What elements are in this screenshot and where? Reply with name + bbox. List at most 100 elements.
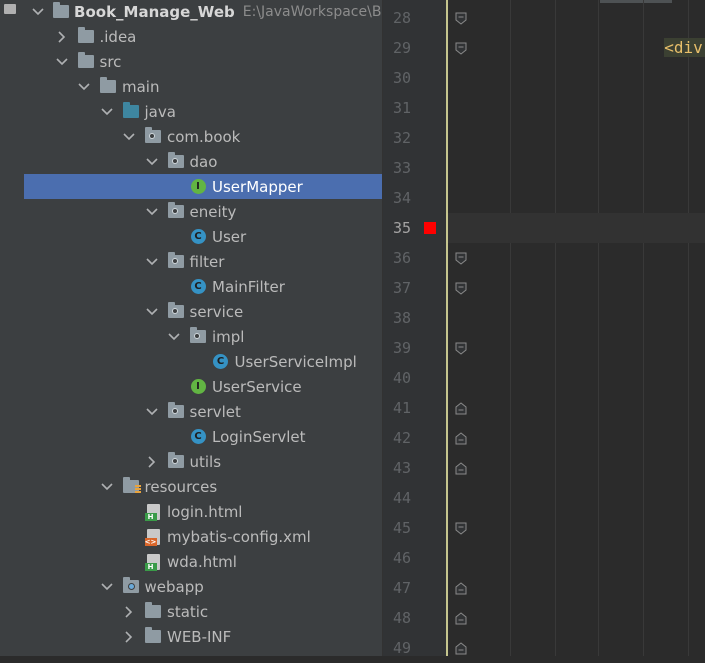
tree-item-utils[interactable]: utils <box>24 449 382 474</box>
fold-marker-icon[interactable] <box>455 612 467 625</box>
code-editor[interactable] <box>446 0 705 656</box>
resources-folder-icon <box>122 477 141 495</box>
line-number-40: 40 <box>392 369 411 387</box>
line-number-43: 43 <box>392 459 411 477</box>
code-line-28[interactable]: <div c <box>645 3 705 57</box>
tree-item-label: User <box>212 227 247 246</box>
tree-item-label: static <box>167 602 209 621</box>
tree-item-usermapper[interactable]: I UserMapper <box>24 174 382 199</box>
tree-item-label: UserServiceImpl <box>234 352 357 371</box>
project-tree[interactable]: Book_Manage_Web E:\JavaWorkspace\Bo .idea s… <box>24 0 382 656</box>
source-folder-icon <box>122 102 140 120</box>
chevron-down-icon[interactable] <box>77 80 91 94</box>
chevron-down-icon[interactable] <box>145 305 159 319</box>
tree-item-resources[interactable]: resources <box>24 474 382 499</box>
tree-item-label: main <box>122 77 160 96</box>
chevron-right-icon[interactable] <box>145 455 159 469</box>
chevron-right-icon[interactable] <box>55 30 69 44</box>
tree-item-label: wda.html <box>167 552 237 571</box>
tree-item-impl[interactable]: impl <box>24 324 382 349</box>
tree-item-label: java <box>144 102 176 121</box>
chevron-down-icon[interactable] <box>100 105 114 119</box>
tree-item-java[interactable]: java <box>24 99 382 124</box>
chevron-down-icon[interactable] <box>32 5 45 19</box>
tree-item-mybatis-config-xml[interactable]: <> mybatis-config.xml <box>24 524 382 549</box>
tree-item-src[interactable]: src <box>24 49 382 74</box>
line-number-39: 39 <box>392 339 411 357</box>
tree-item-mainfilter[interactable]: C MainFilter <box>24 274 382 299</box>
package-icon <box>167 202 185 220</box>
line-number-31: 31 <box>392 99 411 117</box>
fold-marker-icon[interactable] <box>455 402 467 415</box>
fold-marker-icon[interactable] <box>455 342 467 355</box>
fold-marker-icon[interactable] <box>455 282 467 295</box>
indent-guide <box>510 0 511 656</box>
tree-item-user[interactable]: C User <box>24 224 382 249</box>
tree-item-label: service <box>189 302 244 321</box>
folder-icon <box>52 2 69 20</box>
chevron-down-icon[interactable] <box>100 480 114 494</box>
tree-item-service[interactable]: service <box>24 299 382 324</box>
tree-item-filter[interactable]: filter <box>24 249 382 274</box>
line-number-41: 41 <box>392 399 411 417</box>
folder-icon <box>77 52 95 70</box>
chevron-down-icon[interactable] <box>145 405 159 419</box>
chevron-down-icon[interactable] <box>145 155 159 169</box>
html-file-icon: H <box>144 503 162 521</box>
tree-item-static[interactable]: static <box>24 599 382 624</box>
fold-marker-icon[interactable] <box>455 42 467 55</box>
tree-item-login-html[interactable]: Hlogin.html <box>24 499 382 524</box>
chevron-down-icon[interactable] <box>100 580 114 594</box>
tree-item-userserviceimpl[interactable]: C UserServiceImpl <box>24 349 382 374</box>
tree-item-label: Book_Manage_Web <box>74 2 235 21</box>
tool-window-strip <box>0 0 25 656</box>
breakpoint-marker[interactable] <box>424 222 436 234</box>
tree-item-wda-html[interactable]: Hwda.html <box>24 549 382 574</box>
fold-marker-icon[interactable] <box>455 642 467 655</box>
package-icon <box>189 327 207 345</box>
chevron-down-icon[interactable] <box>167 330 181 344</box>
interface-icon: I <box>189 179 207 195</box>
fold-marker-icon[interactable] <box>455 12 467 25</box>
chevron-down-icon[interactable] <box>145 205 159 219</box>
tree-item-label: .idea <box>99 27 137 46</box>
line-number-44: 44 <box>392 489 411 507</box>
fold-marker-icon[interactable] <box>455 462 467 475</box>
chevron-down-icon[interactable] <box>145 255 159 269</box>
tree-item--idea[interactable]: .idea <box>24 24 382 49</box>
tree-item-eneity[interactable]: eneity <box>24 199 382 224</box>
package-icon <box>144 127 162 145</box>
line-number-32: 32 <box>392 129 411 147</box>
current-line-highlight <box>446 213 705 243</box>
tree-item-webapp[interactable]: webapp <box>24 574 382 599</box>
fold-marker-icon[interactable] <box>455 522 467 535</box>
line-number-49: 49 <box>392 639 411 657</box>
tree-item-userservice[interactable]: I UserService <box>24 374 382 399</box>
tree-item-label: login.html <box>167 502 243 521</box>
tree-item-label: utils <box>189 452 222 471</box>
chevron-down-icon[interactable] <box>122 130 136 144</box>
tree-item-label: LoginServlet <box>212 427 306 446</box>
code-line-29[interactable]: <t <box>688 33 705 63</box>
project-tool-icon[interactable] <box>4 4 16 14</box>
tree-item-label: WEB-INF <box>167 627 232 646</box>
chevron-right-icon[interactable] <box>122 605 136 619</box>
fold-marker-icon[interactable] <box>455 582 467 595</box>
tree-item-web-inf[interactable]: WEB-INF <box>24 624 382 649</box>
fold-marker-icon[interactable] <box>455 432 467 445</box>
package-icon <box>167 452 185 470</box>
chevron-right-icon[interactable] <box>122 630 136 644</box>
fold-marker-icon[interactable] <box>455 252 467 265</box>
line-number-34: 34 <box>392 189 411 207</box>
tree-item-book-manage-web[interactable]: Book_Manage_Web E:\JavaWorkspace\Bo <box>24 0 382 24</box>
tree-item-servlet[interactable]: servlet <box>24 399 382 424</box>
tree-item-label: webapp <box>144 577 204 596</box>
tree-item-main[interactable]: main <box>24 74 382 99</box>
package-icon <box>167 302 185 320</box>
class-icon: C <box>212 354 230 370</box>
chevron-down-icon[interactable] <box>55 55 69 69</box>
tree-item-loginservlet[interactable]: C LoginServlet <box>24 424 382 449</box>
tree-item-com-book[interactable]: com.book <box>24 124 382 149</box>
tree-item-dao[interactable]: dao <box>24 149 382 174</box>
tree-item-label: resources <box>144 477 218 496</box>
